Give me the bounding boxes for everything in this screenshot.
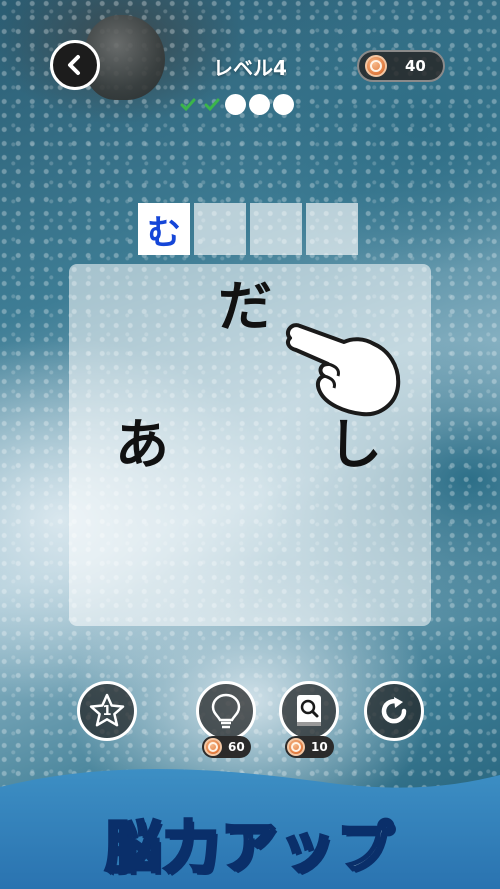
answer-slots: む: [138, 203, 358, 255]
hint-cost-value: 60: [228, 740, 245, 754]
book-search-icon: [297, 695, 321, 726]
level-badge: 1: [102, 703, 112, 719]
check-icon: [204, 98, 219, 111]
level-star-button[interactable]: 1: [77, 681, 137, 741]
pointing-hand-icon: [285, 323, 401, 417]
check-icon: [180, 98, 195, 111]
progress-dot: [273, 94, 294, 115]
hint-cost: 60: [202, 736, 251, 758]
restart-button[interactable]: [364, 681, 424, 741]
coin-counter: 40: [357, 50, 445, 82]
progress-dot-complete: [177, 94, 198, 115]
answer-slot[interactable]: む: [138, 203, 190, 255]
dictionary-button[interactable]: [279, 681, 339, 741]
coin-icon: [204, 738, 222, 756]
answer-slot[interactable]: [306, 203, 358, 255]
letter-tile[interactable]: あ: [115, 418, 169, 472]
progress-dot: [225, 94, 246, 115]
progress-dot-complete: [201, 94, 222, 115]
lightbulb-icon: [211, 693, 241, 729]
dictionary-cost-value: 10: [311, 740, 328, 754]
coin-count: 40: [405, 57, 426, 75]
dictionary-cost: 10: [285, 736, 334, 758]
answer-slot[interactable]: [250, 203, 302, 255]
coin-icon: [287, 738, 305, 756]
refresh-icon: [381, 697, 407, 724]
answer-slot[interactable]: [194, 203, 246, 255]
coin-icon: [365, 55, 387, 77]
level-progress: [177, 94, 294, 115]
letter-tile[interactable]: し: [328, 418, 382, 472]
banner-title: 脳力アップ: [104, 815, 395, 883]
hint-button[interactable]: [196, 681, 256, 741]
progress-dot: [249, 94, 270, 115]
letter-tile[interactable]: だ: [218, 280, 272, 334]
